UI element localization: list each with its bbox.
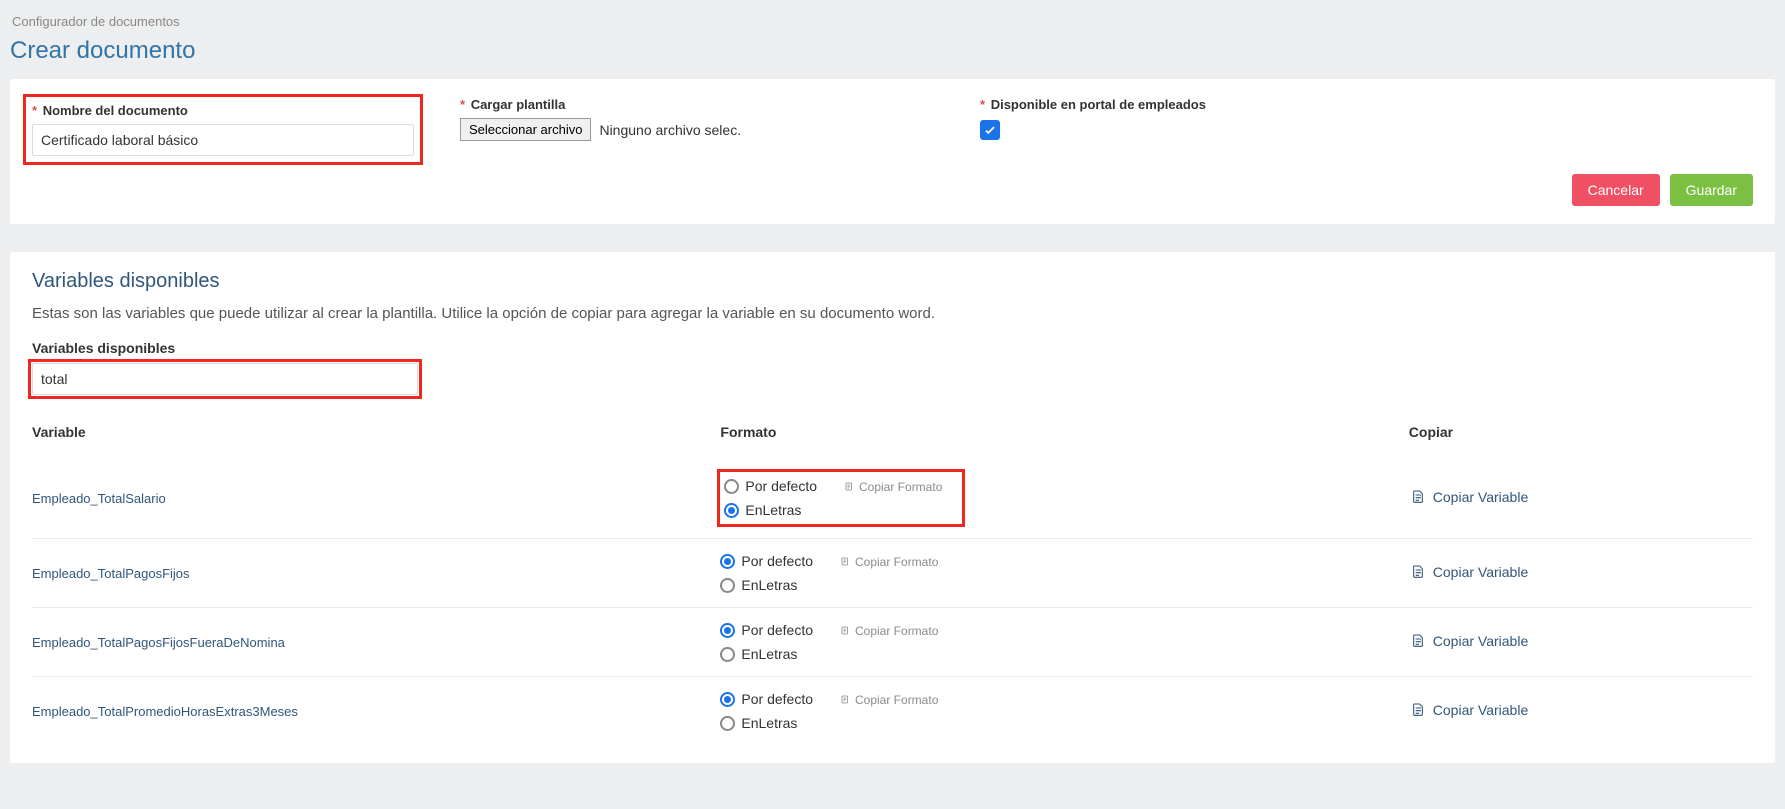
table-row: Empleado_TotalPromedioHorasExtras3MesesP…	[32, 677, 1753, 746]
cancel-button[interactable]: Cancelar	[1572, 174, 1660, 206]
format-group-highlight: Por defecto EnLetras Copiar Formato	[720, 472, 962, 524]
document-icon	[1409, 563, 1425, 581]
save-button[interactable]: Guardar	[1670, 174, 1753, 206]
copy-variable-link[interactable]: Copiar Variable	[1409, 701, 1528, 719]
radio-icon	[720, 578, 735, 593]
doc-name-group-highlight: * Nombre del documento	[26, 97, 420, 162]
table-row: Empleado_TotalPagosFijosFueraDeNominaPor…	[32, 608, 1753, 677]
col-header-variable: Variable	[32, 416, 720, 458]
variable-name: Empleado_TotalPagosFijosFueraDeNomina	[32, 608, 720, 677]
upload-label: * Cargar plantilla	[460, 97, 940, 112]
format-radio-default[interactable]: Por defecto	[720, 622, 813, 638]
format-cell: Por defecto EnLetras Copiar Formato	[720, 608, 1408, 677]
variables-desc: Estas son las variables que puede utiliz…	[32, 305, 1753, 322]
format-radio-default[interactable]: Por defecto	[720, 553, 813, 569]
filter-label: Variables disponibles	[32, 340, 1753, 356]
format-radio-letters[interactable]: EnLetras	[720, 646, 813, 662]
format-group: Por defecto EnLetras Copiar Formato	[720, 553, 1408, 593]
table-row: Empleado_TotalSalarioPor defecto EnLetras…	[32, 458, 1753, 539]
format-group: Por defecto EnLetras Copiar Formato	[720, 691, 1408, 731]
doc-name-label: * Nombre del documento	[32, 103, 414, 118]
variable-name: Empleado_TotalPagosFijos	[32, 539, 720, 608]
format-radio-letters[interactable]: EnLetras	[724, 502, 817, 518]
copy-cell: Copiar Variable	[1409, 458, 1753, 539]
col-header-copy: Copiar	[1409, 416, 1753, 458]
variables-filter-input[interactable]	[32, 363, 418, 395]
table-row: Empleado_TotalPagosFijosPor defecto EnLet…	[32, 539, 1753, 608]
breadcrumb: Configurador de documentos	[12, 14, 1775, 29]
format-radio-default[interactable]: Por defecto	[724, 478, 817, 494]
document-icon	[1409, 701, 1425, 719]
portal-label: * Disponible en portal de empleados	[980, 97, 1460, 112]
variables-card: Variables disponibles Estas son las vari…	[10, 252, 1775, 763]
copy-icon	[839, 625, 851, 637]
copy-variable-link[interactable]: Copiar Variable	[1409, 563, 1528, 581]
format-group: Por defecto EnLetras Copiar Formato	[720, 622, 1408, 662]
format-cell: Por defecto EnLetras Copiar Formato	[720, 458, 1408, 539]
copy-format-link[interactable]: Copiar Formato	[839, 624, 938, 638]
copy-cell: Copiar Variable	[1409, 677, 1753, 746]
document-icon	[1409, 632, 1425, 650]
create-document-card: * Nombre del documento * Cargar plantill…	[10, 79, 1775, 224]
variable-name: Empleado_TotalPromedioHorasExtras3Meses	[32, 677, 720, 746]
variables-title: Variables disponibles	[32, 270, 1753, 293]
col-header-format: Formato	[720, 416, 1408, 458]
radio-icon	[720, 692, 735, 707]
radio-icon	[724, 503, 739, 518]
portal-checkbox[interactable]	[980, 120, 1000, 140]
format-radio-default[interactable]: Por defecto	[720, 691, 813, 707]
format-radio-letters[interactable]: EnLetras	[720, 715, 813, 731]
radio-icon	[720, 554, 735, 569]
copy-variable-link[interactable]: Copiar Variable	[1409, 632, 1528, 650]
copy-icon	[839, 694, 851, 706]
copy-cell: Copiar Variable	[1409, 608, 1753, 677]
check-icon	[983, 123, 997, 137]
radio-icon	[720, 623, 735, 638]
copy-format-link[interactable]: Copiar Formato	[839, 555, 938, 569]
format-cell: Por defecto EnLetras Copiar Formato	[720, 539, 1408, 608]
format-radio-letters[interactable]: EnLetras	[720, 577, 813, 593]
format-cell: Por defecto EnLetras Copiar Formato	[720, 677, 1408, 746]
radio-icon	[720, 716, 735, 731]
copy-format-link[interactable]: Copiar Formato	[839, 693, 938, 707]
document-icon	[1409, 488, 1425, 506]
select-file-button[interactable]: Seleccionar archivo	[460, 118, 591, 141]
copy-icon	[843, 481, 855, 493]
copy-variable-link[interactable]: Copiar Variable	[1409, 488, 1528, 506]
variable-name: Empleado_TotalSalario	[32, 458, 720, 539]
filter-highlight	[31, 362, 419, 396]
copy-format-link[interactable]: Copiar Formato	[843, 480, 942, 494]
file-status-text: Ninguno archivo selec.	[599, 122, 741, 138]
page-title: Crear documento	[10, 37, 1775, 65]
copy-icon	[839, 556, 851, 568]
copy-cell: Copiar Variable	[1409, 539, 1753, 608]
doc-name-input[interactable]	[32, 124, 414, 156]
radio-icon	[724, 479, 739, 494]
radio-icon	[720, 647, 735, 662]
